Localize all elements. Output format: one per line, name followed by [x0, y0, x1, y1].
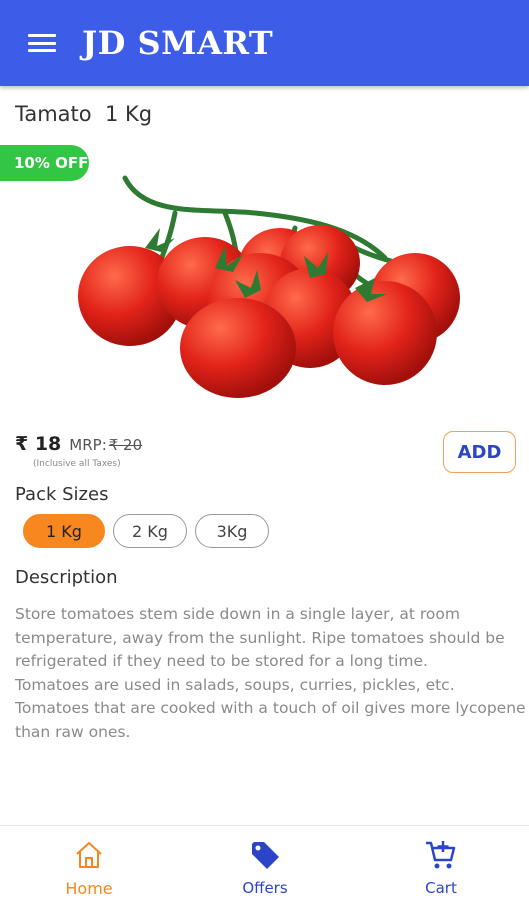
product-title: Tamato 1 Kg [15, 102, 153, 126]
nav-offers-label: Offers [242, 879, 288, 897]
tag-icon [252, 842, 279, 869]
app-title: JD SMART [82, 24, 274, 62]
pack-size-3kg[interactable]: 3Kg [195, 514, 269, 548]
product-detail-screen: JD SMART Tamato 1 Kg 10% OFF ₹ 18 MRP: ₹… [0, 0, 529, 900]
pack-sizes-title: Pack Sizes [15, 484, 109, 505]
add-button[interactable]: ADD [443, 431, 516, 473]
pack-size-1kg[interactable]: 1 Kg [23, 514, 105, 548]
description-title: Description [15, 567, 118, 588]
nav-home-label: Home [65, 879, 113, 898]
discount-badge: 10% OFF [0, 145, 89, 181]
cart-add-icon [426, 841, 456, 869]
nav-offers[interactable]: Offers [200, 826, 330, 900]
price-row: ₹ 18 MRP: ₹ 20 [15, 433, 142, 455]
description-line: temperature, away from the sunlight. Rip… [15, 628, 505, 647]
mrp-value: ₹ 20 [108, 436, 143, 454]
nav-cart-label: Cart [425, 879, 457, 897]
home-icon [76, 842, 102, 868]
menu-icon[interactable] [28, 32, 56, 54]
description-line: than raw ones. [15, 722, 131, 741]
description-line: Store tomatoes stem side down in a singl… [15, 605, 460, 623]
tax-note: (Inclusive all Taxes) [33, 459, 121, 469]
mrp-label: MRP: [69, 436, 107, 454]
description-line: refrigerated if they need to be stored f… [15, 652, 428, 671]
app-bar: JD SMART [0, 0, 529, 86]
description-line: Tomatoes are used in salads, soups, curr… [15, 675, 455, 694]
pack-size-options: 1 Kg 2 Kg 3Kg [23, 514, 269, 548]
description-line: Tomatoes that are cooked with a touch of… [15, 699, 526, 718]
nav-cart[interactable]: Cart [376, 826, 506, 900]
pack-size-2kg[interactable]: 2 Kg [113, 514, 187, 548]
bottom-nav: Home Offers Cart [0, 825, 529, 900]
description-text: Store tomatoes stem side down in a singl… [15, 603, 526, 745]
price: ₹ 18 [15, 433, 62, 455]
tomatoes-image [78, 175, 460, 398]
nav-home[interactable]: Home [24, 826, 154, 900]
